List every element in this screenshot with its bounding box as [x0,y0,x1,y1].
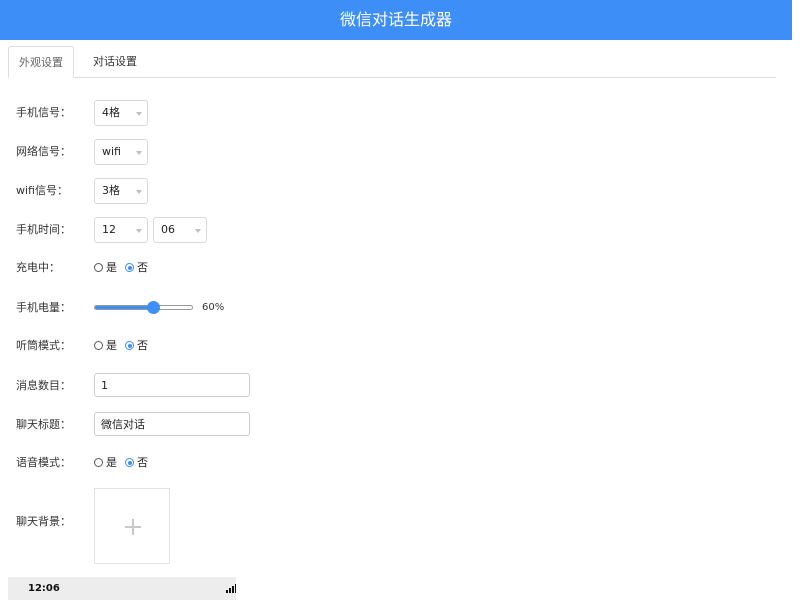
chat-background-upload-button[interactable] [94,488,170,564]
battery-row: 手机电量： 60% [16,295,716,321]
voice-yes-label: 是 [106,456,117,469]
phone-signal-value: 4格 [102,106,120,119]
message-count-input[interactable] [94,373,250,397]
network-signal-row: 网络信号： wifi [16,139,716,165]
earpiece-mode-label: 听筒模式： [16,339,71,352]
hour-select[interactable]: 12 [94,217,148,243]
network-signal-value: wifi [102,145,121,158]
earpiece-no-label: 否 [137,339,148,352]
wifi-signal-row: wifi信号： 3格 [16,178,716,204]
battery-slider-fill [95,306,155,309]
earpiece-mode-row: 听筒模式： 是 否 [16,333,716,359]
network-signal-select[interactable]: wifi [94,139,148,165]
chevron-down-icon [136,112,142,116]
battery-value: 60% [202,302,225,313]
voice-no-label: 否 [137,456,148,469]
charging-label: 充电中： [16,261,60,274]
preview-time: 12:06 [28,583,60,594]
wifi-signal-value: 3格 [102,184,120,197]
radio-unchecked-icon [94,341,103,350]
radio-checked-icon [125,458,134,467]
radio-unchecked-icon [94,458,103,467]
radio-checked-icon [125,341,134,350]
chevron-down-icon [136,190,142,194]
charging-row: 充电中： 是 否 [16,255,716,281]
minute-value: 06 [161,223,175,236]
minute-select[interactable]: 06 [153,217,207,243]
chevron-down-icon [195,229,201,233]
chat-title-input[interactable] [94,412,250,436]
chat-title-label: 聊天标题： [16,418,71,431]
network-signal-label: 网络信号： [16,145,71,158]
wifi-signal-label: wifi信号： [16,184,68,197]
phone-signal-row: 手机信号： 4格 [16,100,716,126]
chevron-down-icon [136,229,142,233]
chevron-down-icon [136,151,142,155]
charging-no-label: 否 [137,261,148,274]
message-count-row: 消息数目： [16,373,716,399]
chat-title-row: 聊天标题： [16,412,716,438]
radio-checked-icon [125,263,134,272]
phone-time-row: 手机时间： 12 06 [16,217,716,243]
radio-unchecked-icon [94,263,103,272]
battery-slider-track[interactable] [94,305,193,310]
tab-dialog-settings[interactable]: 对话设置 [74,46,156,77]
chat-background-row: 聊天背景： [16,488,716,564]
battery-slider-thumb[interactable] [147,301,161,314]
chat-background-label: 聊天背景： [16,515,71,528]
voice-mode-label: 语音模式： [16,456,71,469]
tab-appearance-settings[interactable]: 外观设置 [8,46,74,78]
hour-value: 12 [102,223,116,236]
phone-signal-label: 手机信号： [16,106,71,119]
battery-label: 手机电量： [16,301,71,314]
charging-yes-label: 是 [106,261,117,274]
phone-preview: 12:06 [8,577,236,600]
message-count-label: 消息数目： [16,379,71,392]
settings-tabs: 外观设置 对话设置 [8,46,776,78]
app-title: 微信对话生成器 [339,10,452,29]
earpiece-yes-label: 是 [106,339,117,352]
voice-mode-row: 语音模式： 是 否 [16,450,716,476]
phone-signal-select[interactable]: 4格 [94,100,148,126]
phone-time-label: 手机时间： [16,223,71,236]
app-header: 微信对话生成器 [0,0,792,40]
wifi-signal-select[interactable]: 3格 [94,178,148,204]
signal-icon [226,584,236,593]
